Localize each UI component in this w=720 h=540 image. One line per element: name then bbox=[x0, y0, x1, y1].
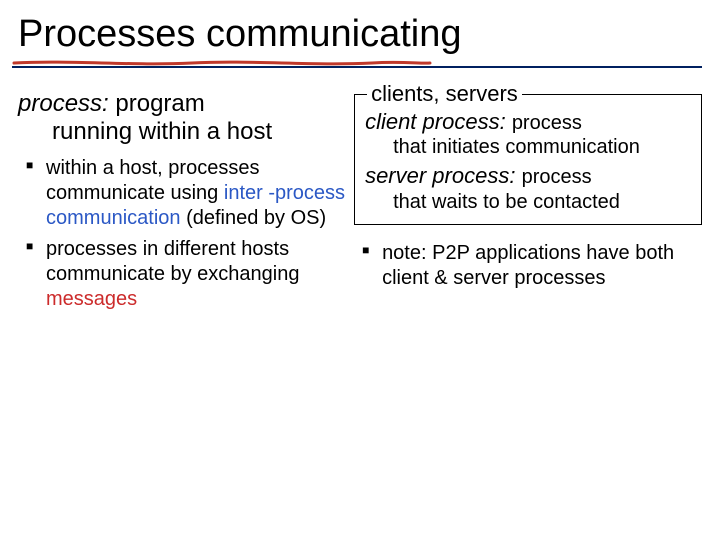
client-def-term: client process: bbox=[365, 109, 506, 134]
server-def: server process: process that waits to be… bbox=[365, 163, 691, 213]
right-note-bullet: note: P2P applications have both client … bbox=[360, 241, 702, 291]
box-legend: clients, servers bbox=[367, 81, 522, 107]
process-def-line2: running within a host bbox=[18, 118, 346, 146]
left-bullet-2: processes in different hosts communicate… bbox=[24, 237, 346, 312]
process-def-rest: program bbox=[115, 90, 204, 117]
left-bullet-1-c: (defined by OS) bbox=[181, 207, 327, 229]
left-bullet-2-a: processes in different hosts communicate… bbox=[46, 238, 299, 285]
clients-servers-box: clients, servers client process: process… bbox=[354, 94, 702, 225]
server-def-trail: process bbox=[522, 166, 592, 188]
client-def-trail: process bbox=[512, 112, 582, 134]
right-note-text: note: P2P applications have both client … bbox=[382, 242, 674, 289]
left-bullet-1: within a host, processes communicate usi… bbox=[24, 156, 346, 231]
left-column: process: program running within a host w… bbox=[18, 90, 346, 319]
process-def-term: process: bbox=[18, 90, 109, 117]
server-def-body: that waits to be contacted bbox=[365, 190, 691, 214]
slide-title: Processes communicating bbox=[18, 14, 462, 56]
right-column: clients, servers client process: process… bbox=[354, 90, 702, 319]
process-definition: process: program running within a host bbox=[18, 90, 346, 147]
blue-underline-icon bbox=[12, 66, 702, 68]
client-def-body: that initiates communication bbox=[365, 135, 691, 159]
left-bullet-2-red: messages bbox=[46, 288, 137, 310]
client-def: client process: process that initiates c… bbox=[365, 109, 691, 159]
server-def-term: server process: bbox=[365, 163, 515, 188]
